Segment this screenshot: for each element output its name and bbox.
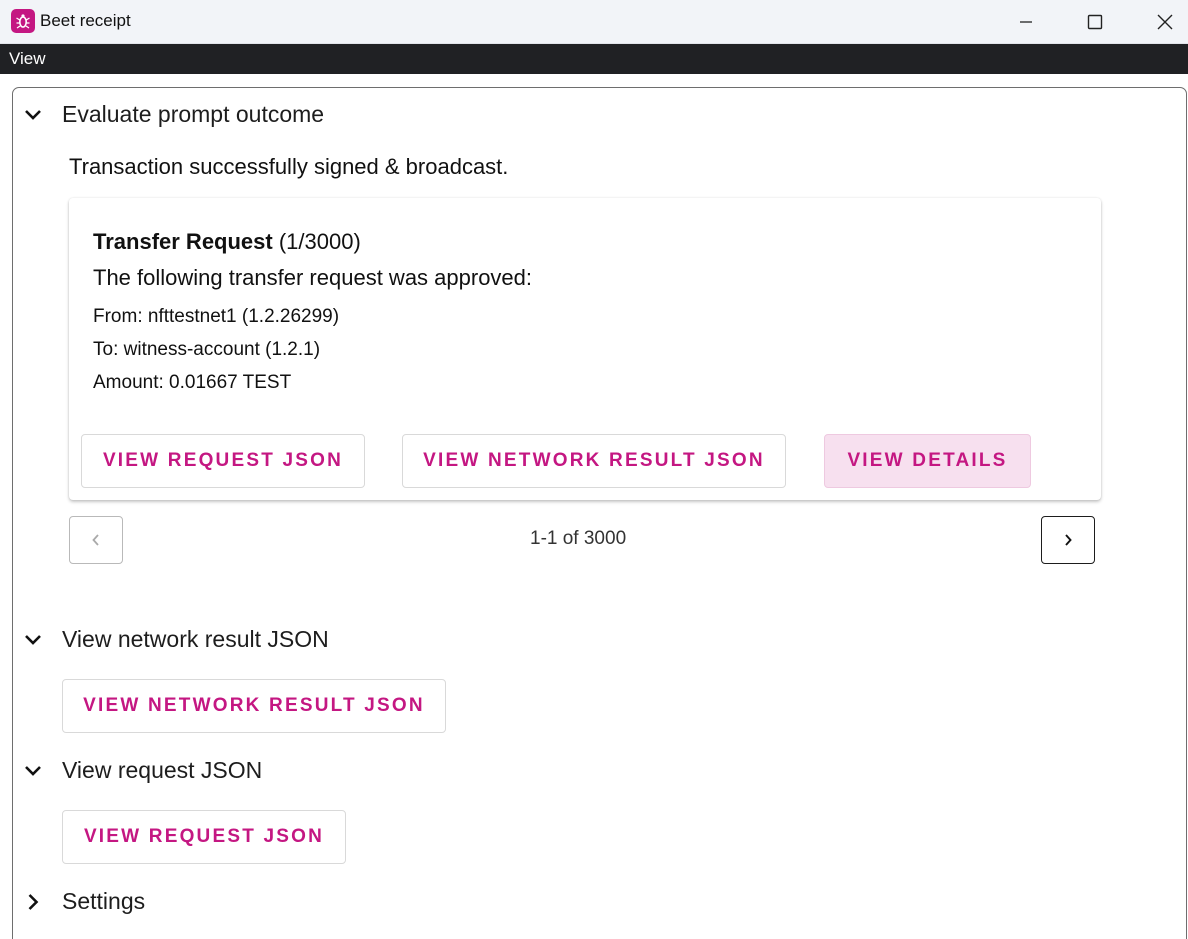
- section-title-evaluate[interactable]: Evaluate prompt outcome: [62, 101, 324, 128]
- pagination-text: 1-1 of 3000: [530, 528, 627, 549]
- view-network-result-json-button-2[interactable]: VIEW NETWORK RESULT JSON: [62, 679, 446, 733]
- chevron-right-icon: [1065, 534, 1072, 546]
- close-icon: [1157, 14, 1173, 30]
- beet-logo-icon: [11, 9, 35, 33]
- transfer-amount: Amount: 0.01667 TEST: [93, 372, 292, 393]
- chevron-down-icon: [22, 760, 44, 782]
- menu-bar: View: [0, 44, 1188, 74]
- card-title: Transfer Request (1/3000): [93, 229, 361, 255]
- view-request-json-button[interactable]: VIEW REQUEST JSON: [81, 434, 365, 488]
- section-title-settings[interactable]: Settings: [62, 888, 145, 915]
- window-title: Beet receipt: [40, 11, 131, 30]
- minimize-button[interactable]: [996, 0, 1056, 44]
- view-network-result-json-button[interactable]: VIEW NETWORK RESULT JSON: [402, 434, 786, 488]
- card-subtitle: The following transfer request was appro…: [93, 265, 533, 290]
- transfer-to: To: witness-account (1.2.1): [93, 339, 321, 360]
- outcome-status-text: Transaction successfully signed & broadc…: [69, 154, 509, 179]
- transfer-from: From: nfttestnet1 (1.2.26299): [93, 306, 340, 327]
- card-title-label: Transfer Request: [93, 229, 273, 254]
- menu-item-view[interactable]: View: [9, 49, 46, 69]
- maximize-button[interactable]: [1065, 0, 1125, 44]
- section-header-network-result[interactable]: [22, 625, 44, 655]
- chevron-right-icon: [22, 891, 44, 913]
- view-request-json-button-2[interactable]: VIEW REQUEST JSON: [62, 810, 346, 864]
- chevron-left-icon: [92, 534, 99, 546]
- view-details-button[interactable]: VIEW DETAILS: [824, 434, 1031, 488]
- close-button[interactable]: [1135, 0, 1188, 44]
- transfer-request-card: Transfer Request (1/3000) The following …: [69, 198, 1101, 500]
- section-title-request-json[interactable]: View request JSON: [62, 757, 262, 784]
- chevron-down-icon: [22, 104, 44, 126]
- section-title-network-result[interactable]: View network result JSON: [62, 626, 329, 653]
- title-bar: Beet receipt: [0, 0, 1188, 44]
- maximize-icon: [1087, 14, 1103, 30]
- section-header-evaluate[interactable]: [22, 100, 44, 130]
- minimize-icon: [1020, 21, 1032, 23]
- chevron-down-icon: [22, 629, 44, 651]
- card-title-count: (1/3000): [278, 229, 361, 254]
- section-header-settings[interactable]: [22, 887, 44, 917]
- previous-page-button[interactable]: [69, 516, 123, 564]
- section-header-request-json[interactable]: [22, 756, 44, 786]
- next-page-button[interactable]: [1041, 516, 1095, 564]
